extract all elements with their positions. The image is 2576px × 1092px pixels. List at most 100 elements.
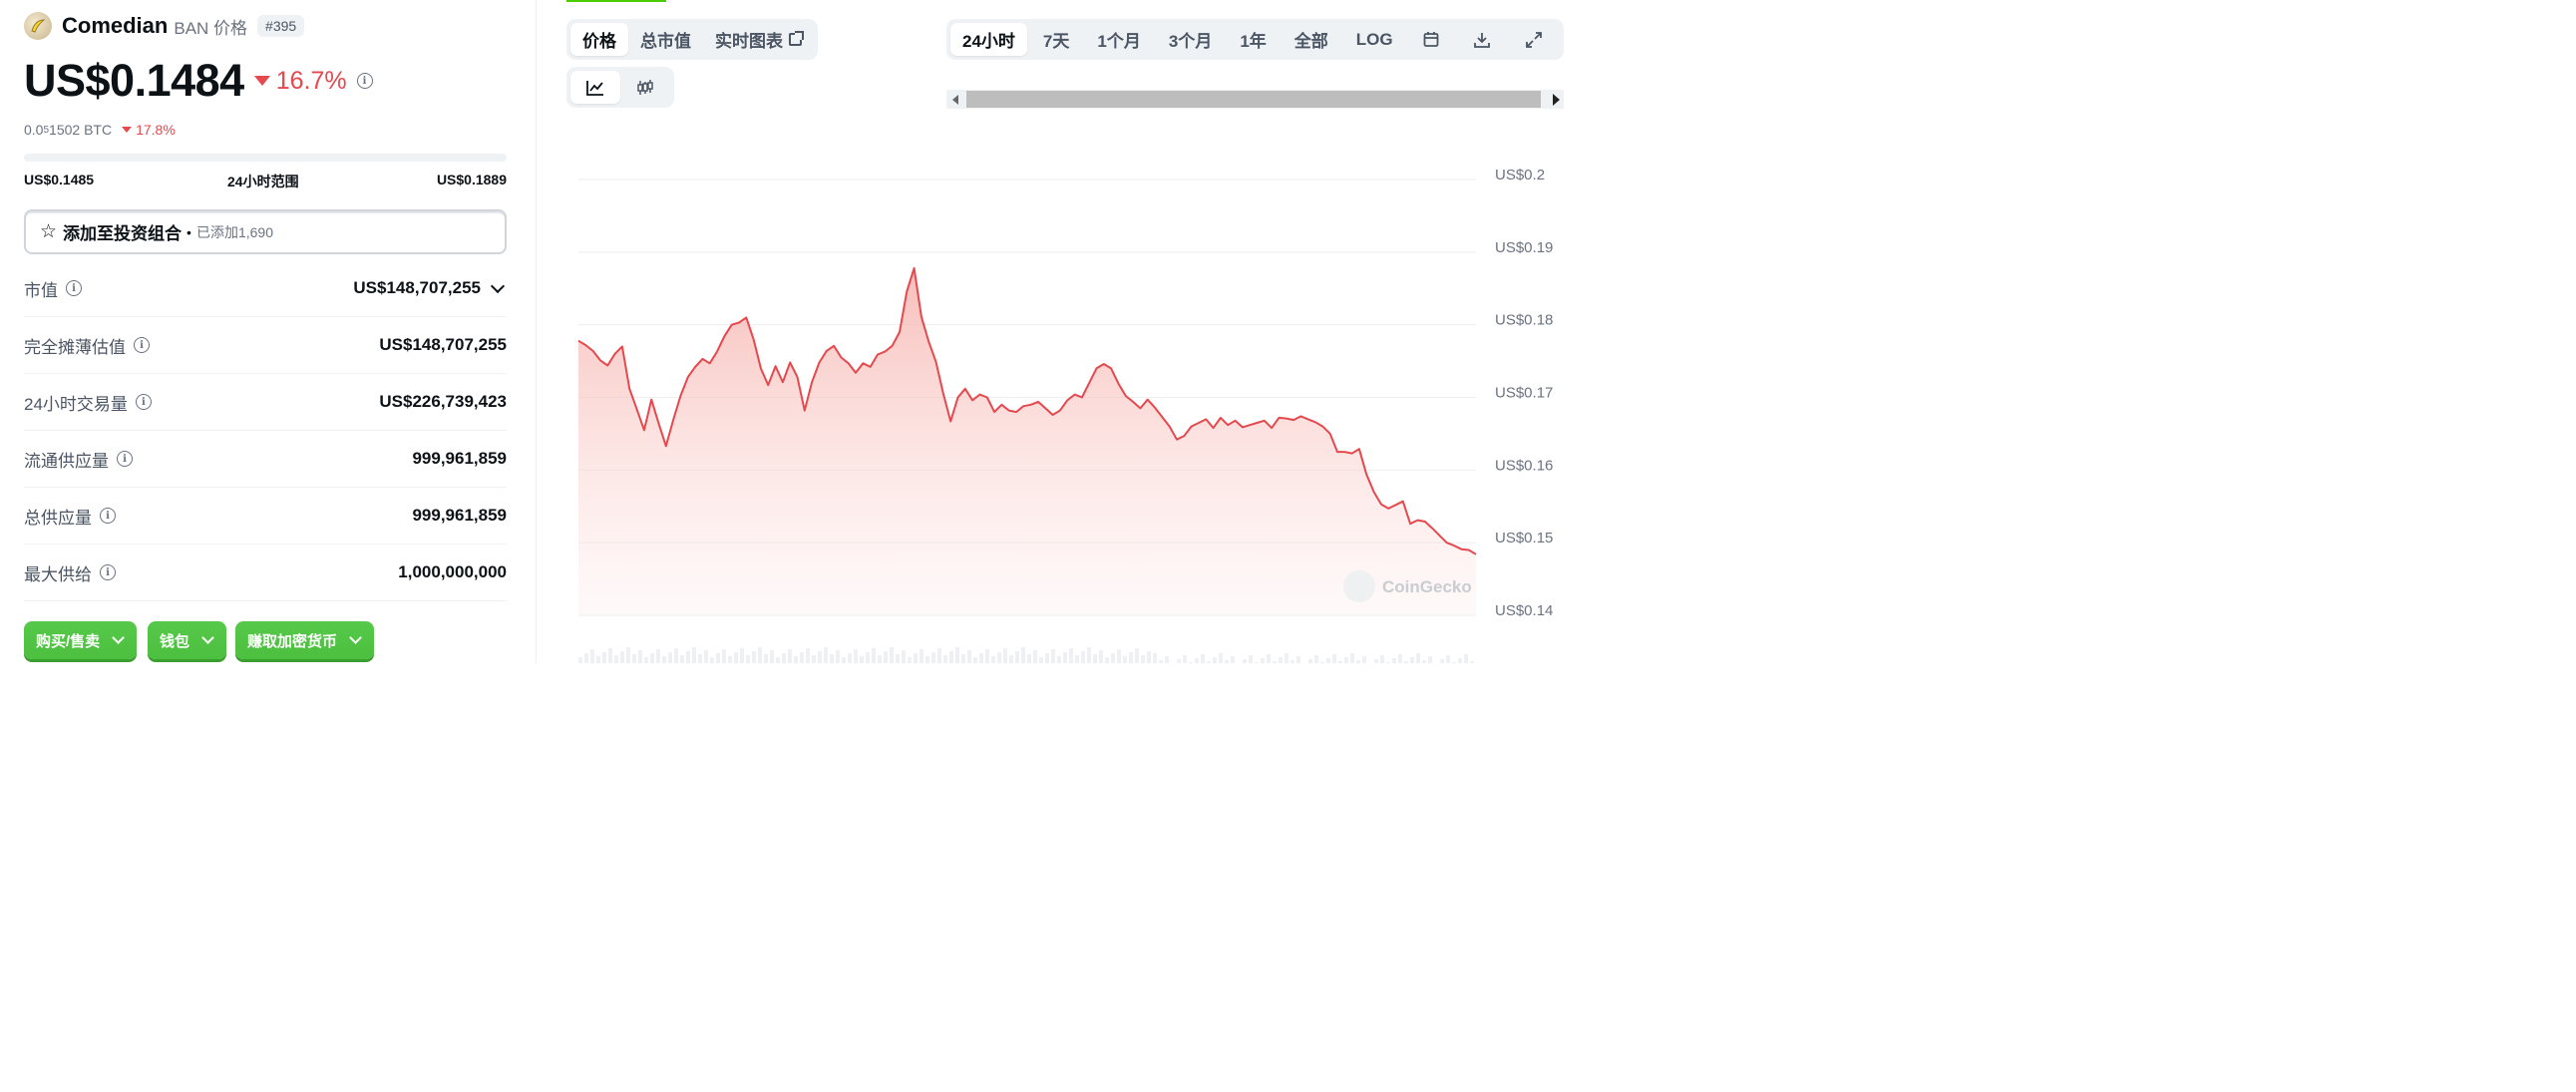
stat-value: US$148,707,255 — [379, 335, 507, 354]
volume-bar — [806, 648, 810, 663]
add-to-portfolio-button[interactable]: ☆ 添加至投资组合 • 已添加1,690 — [24, 209, 507, 254]
volume-bar — [1374, 659, 1378, 663]
volume-bar — [590, 649, 594, 663]
volume-bar — [1213, 657, 1217, 663]
info-icon[interactable]: i — [134, 337, 150, 353]
volume-bar — [1021, 647, 1025, 663]
volume-bar — [997, 652, 1001, 663]
volume-bar — [1045, 653, 1049, 663]
volume-bar — [758, 647, 762, 663]
stat-label: 24小时交易量 — [24, 394, 128, 414]
volume-bar — [1273, 661, 1277, 663]
volume-bar — [656, 649, 660, 663]
stat-value: US$148,707,255 — [353, 278, 481, 297]
stat-value: 999,961,859 — [412, 506, 507, 525]
portfolio-label: 添加至投资组合 — [63, 224, 183, 243]
range-title: 24小时范围 — [227, 174, 299, 189]
volume-bar — [1332, 654, 1336, 663]
volume-bar — [1141, 655, 1145, 663]
info-icon[interactable]: i — [135, 394, 152, 410]
volume-bar — [1362, 656, 1366, 663]
volume-bar — [902, 650, 906, 663]
y-tick-label: US$0.17 — [1495, 385, 1553, 402]
stat-value: US$226,739,423 — [379, 392, 507, 411]
volume-bar — [1285, 653, 1288, 663]
chevron-down-icon — [349, 631, 362, 644]
volume-bar — [1189, 662, 1193, 663]
earn-crypto-button[interactable]: 赚取加密货币 — [235, 621, 375, 659]
price-chart[interactable]: US$0.2 US$0.19 US$0.18 US$0.17 US$0.16 US$0.1… — [537, 0, 1564, 663]
separator-dot: • — [186, 223, 191, 240]
volume-bar — [1105, 657, 1109, 663]
chevron-down-icon[interactable] — [490, 278, 506, 293]
range-low: US$0.1485 — [24, 172, 95, 187]
info-icon[interactable]: i — [356, 73, 373, 89]
volume-bar — [1296, 656, 1300, 663]
volume-bar — [1267, 654, 1271, 663]
volume-bar — [584, 653, 588, 663]
volume-bar — [937, 648, 941, 663]
volume-bar — [1081, 651, 1085, 663]
volume-bar — [776, 657, 780, 663]
volume-bar — [1356, 660, 1360, 663]
wallet-button[interactable]: 钱包 — [148, 621, 227, 659]
chevron-down-icon — [201, 631, 214, 644]
price-area-fill — [578, 267, 1476, 615]
volume-bar — [1177, 659, 1181, 663]
volume-bar — [896, 654, 900, 663]
volume-bar — [824, 647, 828, 663]
info-icon[interactable]: i — [100, 564, 116, 580]
coin-name: Comedian — [62, 13, 169, 38]
volume-bar — [872, 648, 876, 663]
volume-bar — [638, 650, 642, 663]
coin-price: US$0.1484 — [24, 55, 244, 106]
stat-label: 总供应量 — [24, 508, 92, 528]
portfolio-added-count: 已添加1,690 — [195, 223, 273, 240]
volume-bar — [800, 652, 804, 663]
y-tick-label: US$0.15 — [1495, 530, 1553, 546]
info-icon[interactable]: i — [66, 280, 82, 296]
stat-row-circulating-supply: 流通供应量 i 999,961,859 — [24, 431, 507, 488]
volume-bar — [614, 655, 618, 663]
volume-bar — [1428, 656, 1432, 663]
stat-value: 999,961,859 — [412, 449, 507, 468]
chart-panel: 价格 总市值 实时图表 24小时 7天 1个月 3个月 1年 全部 LOG US… — [537, 0, 1564, 663]
volume-bar — [686, 651, 690, 663]
volume-bar — [1398, 654, 1402, 663]
volume-bar — [716, 653, 720, 663]
volume-bar — [1057, 656, 1061, 663]
chart-area-group — [577, 266, 1477, 615]
volume-bar — [1087, 647, 1091, 663]
volume-bar — [1386, 662, 1390, 663]
volume-bar — [1314, 655, 1318, 663]
volume-bar — [1159, 660, 1163, 663]
coingecko-logo-icon — [1343, 570, 1375, 602]
volume-bar — [1027, 654, 1031, 663]
volume-bar — [1308, 659, 1312, 663]
buy-sell-label: 购买/售卖 — [36, 632, 101, 650]
volume-bar — [1452, 662, 1456, 663]
volume-bar — [836, 650, 840, 663]
volume-bar — [1165, 656, 1169, 663]
volume-bar — [596, 656, 600, 663]
volume-bar — [890, 647, 894, 663]
star-icon: ☆ — [40, 221, 58, 242]
btc-price-prefix: 0.0 — [24, 122, 44, 138]
volume-bar — [1440, 659, 1444, 663]
volume-bar — [866, 652, 870, 663]
buy-sell-button[interactable]: 购买/售卖 — [24, 621, 138, 659]
volume-bar — [1255, 662, 1259, 663]
coin-title-row: Comedian BAN 价格 #395 — [24, 11, 305, 41]
volume-bar — [1009, 655, 1013, 663]
stat-label: 流通供应量 — [24, 451, 109, 471]
volume-bar — [1243, 659, 1247, 663]
volume-bar — [752, 651, 756, 663]
info-icon[interactable]: i — [117, 451, 133, 467]
volume-bar — [1201, 654, 1205, 663]
info-icon[interactable]: i — [100, 508, 116, 524]
stat-row-market-cap[interactable]: 市值 i US$148,707,255 — [24, 260, 507, 317]
volume-bar — [662, 656, 666, 663]
volume-bar — [812, 655, 816, 663]
volume-bar — [1147, 651, 1151, 663]
volume-bar — [1033, 650, 1037, 663]
